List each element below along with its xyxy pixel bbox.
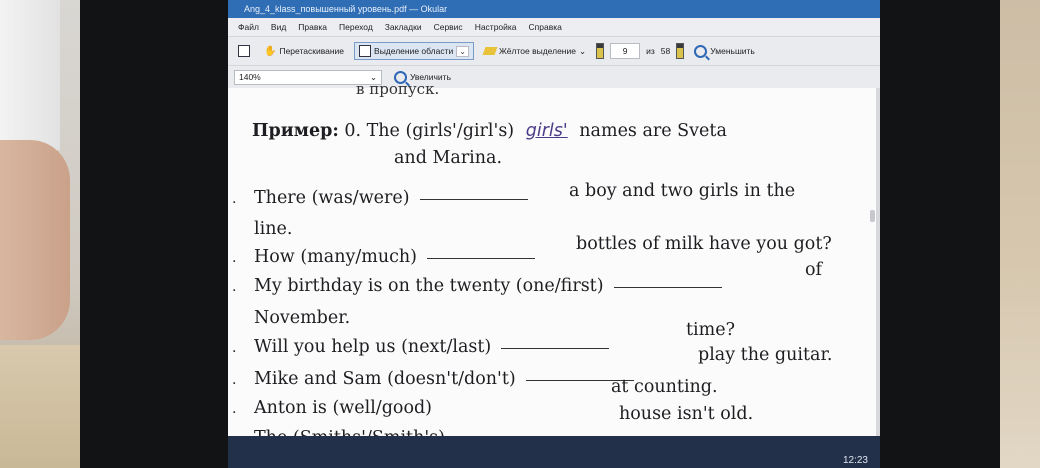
item-tail: at counting. [611, 377, 718, 397]
pdf-page: в пропуск. Пример: 0. The (girls'/girl's… [228, 80, 876, 448]
zoom-toolbar: 140% ⌄ Увеличить [228, 66, 880, 89]
page-total: 58 [660, 46, 671, 56]
document-view[interactable]: в пропуск. Пример: 0. The (girls'/girl's… [228, 80, 880, 468]
example-label: Пример: [252, 121, 339, 141]
example-text-end: and Marina. [394, 148, 503, 168]
item-prompt: line. [254, 219, 293, 239]
item-tail: a boy and two girls in the [569, 181, 796, 201]
list-bullet: . [232, 401, 237, 417]
menu-bar: Файл Вид Правка Переход Закладки Сервис … [228, 18, 880, 37]
item-tail: bottles of milk have you got? [576, 234, 832, 254]
select-tool-label: Выделение области [374, 46, 454, 56]
highlighter-icon [482, 47, 498, 55]
hand-icon: ✋ [264, 45, 277, 57]
menu-go[interactable]: Переход [333, 18, 379, 36]
exercise-item: Will you help us (next/last) [254, 337, 619, 357]
selection-icon [359, 45, 372, 57]
previous-page-icon[interactable] [596, 43, 605, 59]
item-tail: of [805, 260, 823, 280]
chevron-down-icon[interactable]: ⌄ [579, 46, 586, 57]
sidebar-toggle-button[interactable] [234, 43, 254, 59]
list-bullet: . [232, 279, 237, 295]
page-number-input[interactable]: 9 [610, 43, 641, 59]
exercise-item: How (many/much) [254, 247, 545, 267]
answer-blank[interactable] [501, 347, 610, 349]
exercise-item: There (was/were) [254, 188, 538, 208]
answer-blank[interactable] [427, 257, 536, 259]
list-bullet: . [232, 372, 237, 388]
menu-bookmarks[interactable]: Закладки [379, 18, 428, 36]
select-tool-button[interactable]: Выделение области ⌄ [354, 42, 474, 60]
item-tail: house isn't old. [619, 404, 754, 424]
window-title: Ang_4_klass_повышенный уровень.pdf — Oku… [228, 0, 880, 18]
menu-help[interactable]: Справка [523, 18, 568, 36]
next-page-icon[interactable] [676, 43, 685, 59]
item-prompt: There (was/were) [254, 188, 410, 208]
okular-window: Ang_4_klass_повышенный уровень.pdf — Oku… [228, 0, 880, 468]
item-prompt: How (many/much) [254, 247, 418, 267]
zoom-out-label: Уменьшить [710, 46, 755, 56]
exercise-item: Anton is (well/good) [254, 398, 432, 418]
answer-blank[interactable] [613, 286, 722, 288]
menu-tools[interactable]: Сервис [428, 18, 469, 36]
sidebar-icon [238, 45, 250, 57]
exercise-item: My birthday is on the twenty (one/first) [254, 276, 732, 296]
menu-view[interactable]: Вид [265, 18, 292, 36]
item-prompt: Mike and Sam (doesn't/don't) [254, 369, 516, 389]
item-tail: play the guitar. [698, 345, 833, 365]
browse-tool-button[interactable]: ✋ Перетаскивание [260, 44, 348, 59]
background-arm [0, 140, 70, 340]
clipped-text-line: в пропуск. [356, 80, 440, 98]
highlight-tool-button[interactable]: Жёлтое выделение ⌄ [480, 44, 590, 59]
exercise-item: Mike and Sam (doesn't/don't) [254, 369, 644, 389]
zoom-out-icon [694, 44, 708, 58]
background-desk [0, 345, 85, 468]
answer-blank[interactable] [419, 198, 528, 200]
handwritten-answer: girls' [525, 121, 568, 141]
taskbar-clock: 12:23 [842, 455, 868, 466]
exercise-item: line. [254, 219, 292, 239]
menu-edit[interactable]: Правка [292, 18, 333, 36]
item-prompt: Will you help us (next/last) [254, 337, 492, 357]
item-prompt: November. [254, 308, 351, 328]
example-text: 0. The (girls'/girl's) [344, 121, 515, 141]
exercise-item: November. [254, 308, 350, 328]
zoom-out-button[interactable]: Уменьшить [690, 43, 759, 60]
menu-file[interactable]: Файл [232, 18, 265, 36]
taskbar: 12:23 [228, 436, 880, 468]
main-toolbar: ✋ Перетаскивание Выделение области ⌄ Жёл… [228, 37, 880, 66]
example-text-cont: names are Sveta [579, 121, 727, 141]
zoom-value: 140% [239, 72, 261, 82]
highlight-tool-label: Жёлтое выделение [498, 46, 576, 56]
list-bullet: . [232, 250, 237, 266]
example-block: Пример: 0. The (girls'/girl's) girls' na… [252, 118, 852, 172]
list-bullet: . [232, 191, 237, 207]
vertical-scrollbar[interactable] [870, 210, 875, 222]
list-bullet: . [232, 340, 237, 356]
page-of-label: из [646, 46, 655, 56]
item-tail: time? [686, 320, 735, 340]
browse-tool-label: Перетаскивание [279, 46, 345, 56]
background-shirt [0, 0, 60, 150]
menu-settings[interactable]: Настройка [469, 18, 523, 36]
chevron-down-icon[interactable]: ⌄ [456, 45, 469, 57]
item-prompt: Anton is (well/good) [254, 398, 433, 418]
item-prompt: My birthday is on the twenty (one/first) [254, 276, 604, 296]
